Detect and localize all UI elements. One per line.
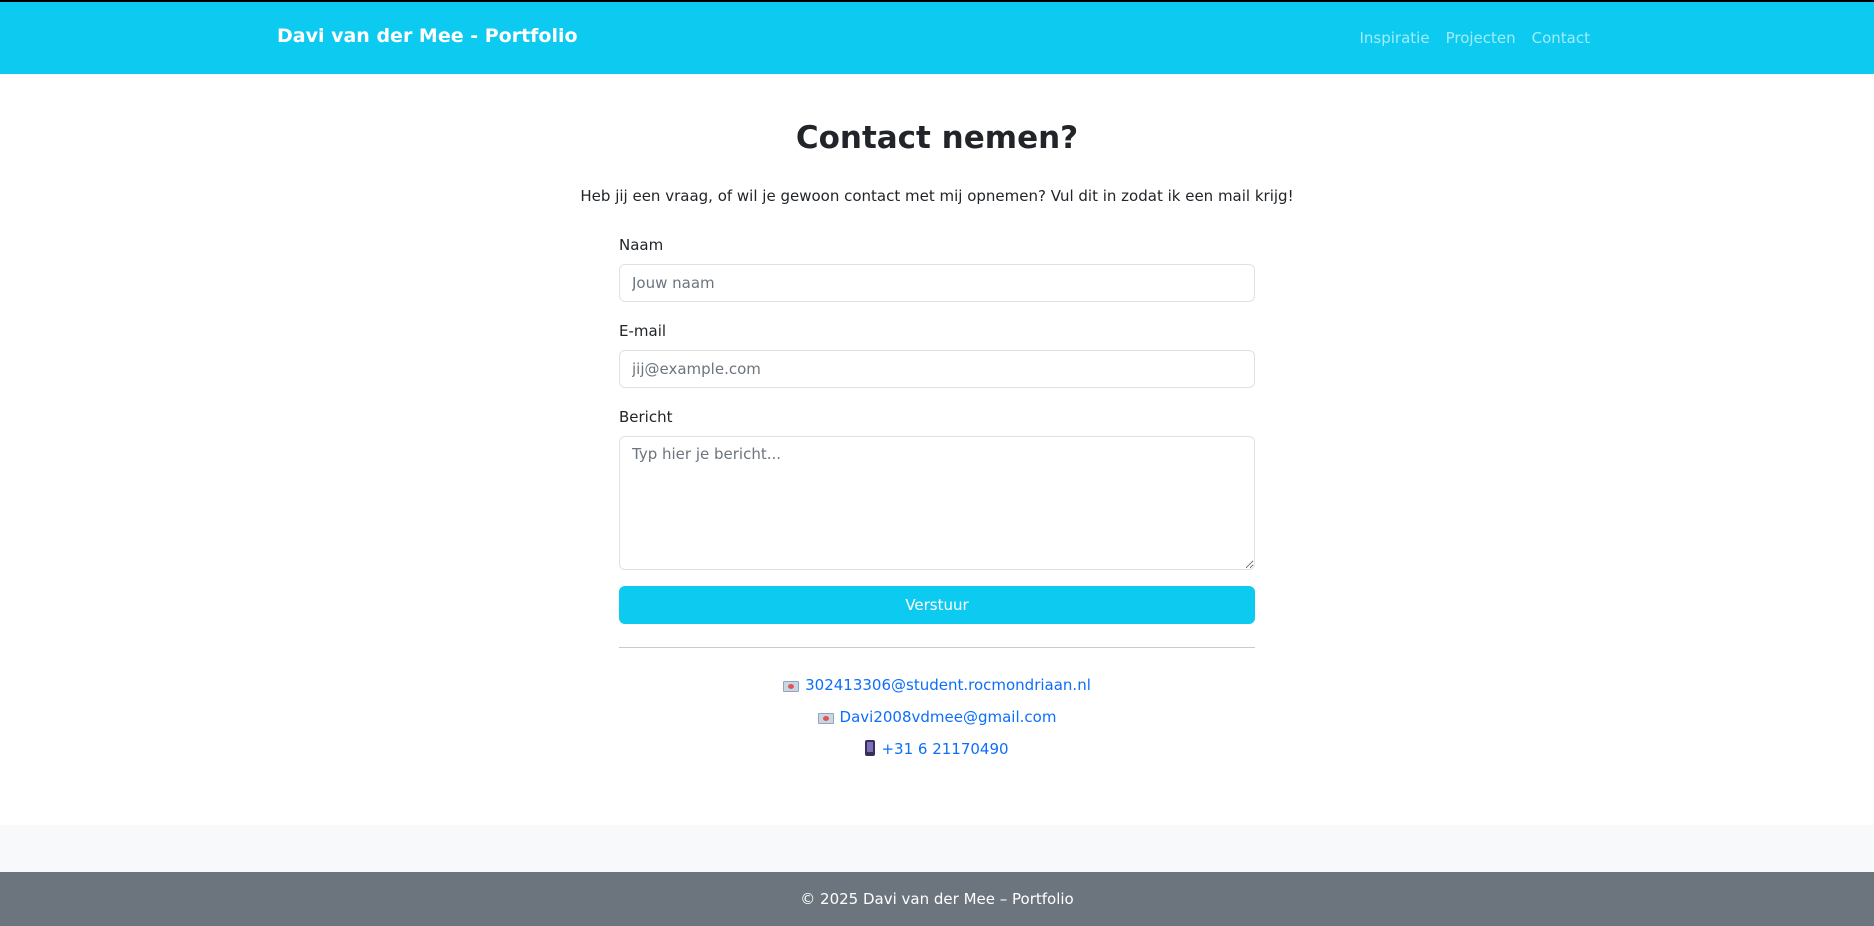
nav-links: Inspiratie Projecten Contact bbox=[1360, 29, 1591, 47]
mobile-phone-icon bbox=[865, 740, 876, 756]
footer-spacer bbox=[0, 825, 1874, 872]
page-title: Contact nemen? bbox=[795, 120, 1079, 156]
main-content: Contact nemen? Heb jij een vraag, of wil… bbox=[0, 74, 1874, 825]
contact-personal-email: Davi2008vdmee@gmail.com bbox=[0, 708, 1874, 726]
name-label: Naam bbox=[619, 236, 664, 254]
message-label: Bericht bbox=[619, 408, 673, 426]
nav-link-contact[interactable]: Contact bbox=[1532, 29, 1590, 47]
nav-link-inspiratie[interactable]: Inspiratie bbox=[1360, 29, 1430, 47]
submit-button[interactable]: Verstuur bbox=[619, 586, 1255, 624]
email-input[interactable] bbox=[619, 350, 1255, 388]
school-email-link[interactable]: 302413306@student.rocmondriaan.nl bbox=[805, 676, 1091, 694]
envelope-icon bbox=[783, 681, 800, 692]
intro-text: Heb jij een vraag, of wil je gewoon cont… bbox=[580, 187, 1294, 205]
envelope-icon bbox=[817, 713, 834, 724]
contact-school-email: 302413306@student.rocmondriaan.nl bbox=[0, 676, 1874, 694]
personal-email-link[interactable]: Davi2008vdmee@gmail.com bbox=[840, 708, 1057, 726]
divider bbox=[619, 647, 1255, 648]
phone-link[interactable]: +31 6 21170490 bbox=[881, 740, 1008, 758]
nav-link-projecten[interactable]: Projecten bbox=[1446, 29, 1516, 47]
footer-text: © 2025 Davi van der Mee – Portfolio bbox=[800, 890, 1074, 908]
brand-link[interactable]: Davi van der Mee - Portfolio bbox=[277, 25, 578, 47]
message-textarea[interactable] bbox=[619, 436, 1255, 570]
email-label: E-mail bbox=[619, 322, 667, 340]
navbar: Davi van der Mee - Portfolio Inspiratie … bbox=[0, 2, 1874, 74]
name-input[interactable] bbox=[619, 264, 1255, 302]
contact-phone: +31 6 21170490 bbox=[0, 740, 1874, 758]
footer: © 2025 Davi van der Mee – Portfolio bbox=[0, 872, 1874, 926]
